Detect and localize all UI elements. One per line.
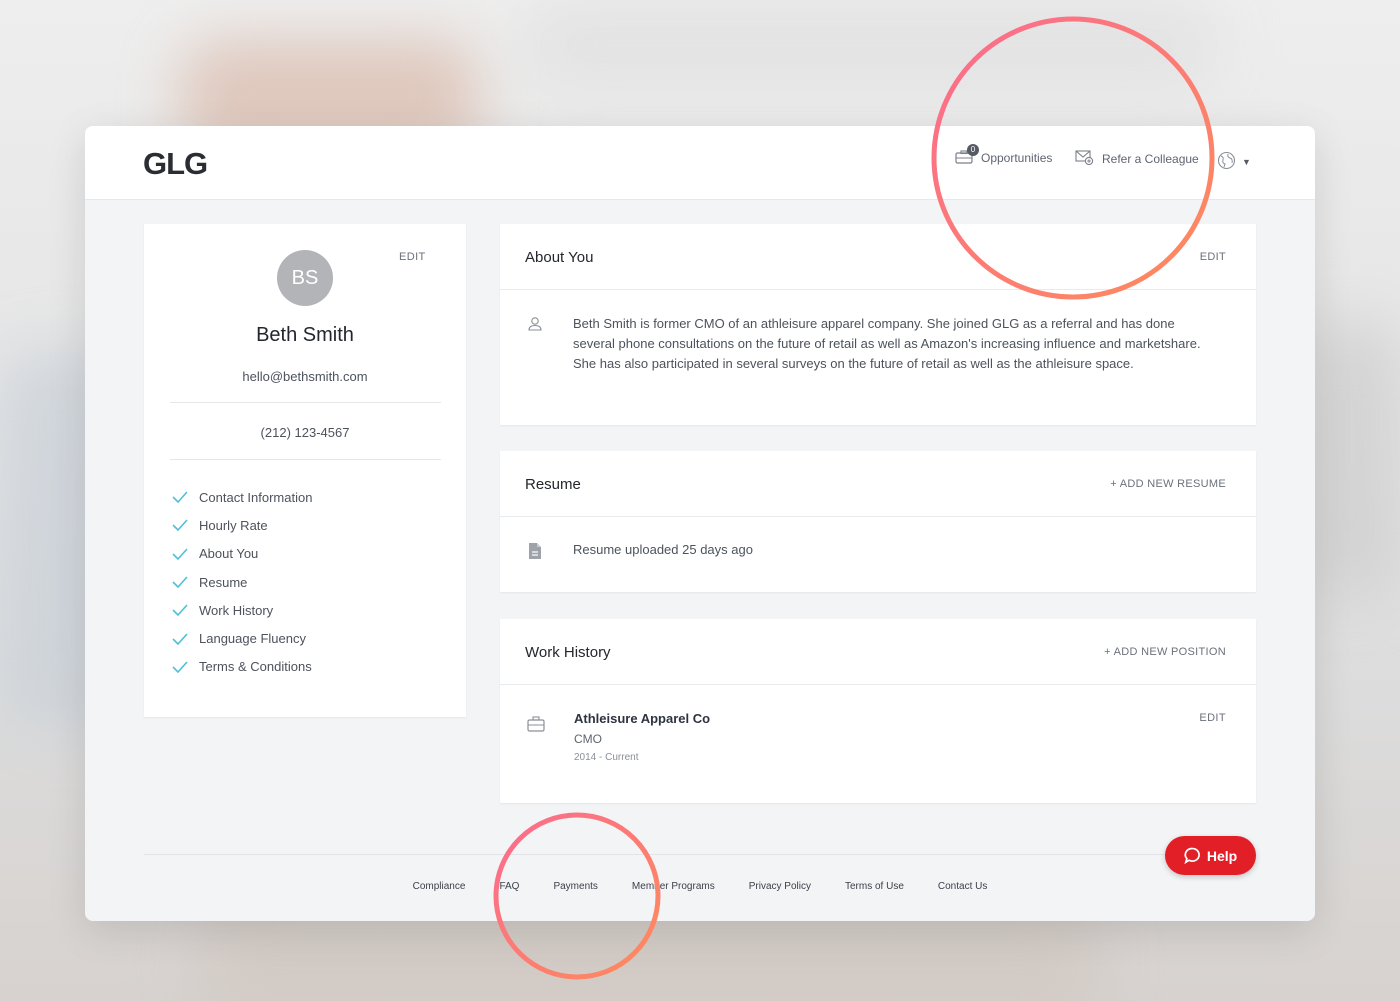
- footer-link-member-programs[interactable]: Member Programs: [632, 881, 715, 892]
- about-you-text: Beth Smith is former CMO of an athleisur…: [573, 316, 1201, 371]
- work-history-section: Work History + ADD NEW POSITION Athleisu…: [500, 619, 1256, 803]
- checklist-item[interactable]: About You: [172, 540, 312, 568]
- opportunities-label: Opportunities: [981, 151, 1053, 165]
- about-you-section: About You EDIT Beth Smith is former CMO …: [500, 224, 1256, 425]
- footer-link-payments[interactable]: Payments: [553, 881, 597, 892]
- footer-links: Compliance FAQ Payments Member Programs …: [85, 881, 1315, 892]
- profile-email: hello@bethsmith.com: [242, 369, 368, 384]
- profile-card: BS EDIT Beth Smith hello@bethsmith.com (…: [144, 224, 466, 717]
- checklist-item[interactable]: Language Fluency: [172, 624, 312, 652]
- checklist-item[interactable]: Work History: [172, 596, 312, 624]
- refer-a-colleague-link[interactable]: Refer a Colleague: [1075, 150, 1199, 168]
- profile-name: Beth Smith: [256, 324, 354, 346]
- position-edit-button[interactable]: EDIT: [1199, 712, 1226, 724]
- opportunities-count-badge: 0: [967, 144, 979, 156]
- app-window: GLG 0 Opportunities Refer a Colleague ▼ …: [85, 126, 1315, 921]
- chevron-down-icon: ▼: [1242, 157, 1251, 167]
- briefcase-icon: [527, 716, 545, 737]
- divider: [170, 402, 441, 403]
- refer-label: Refer a Colleague: [1102, 152, 1199, 166]
- profile-phone: (212) 123-4567: [260, 425, 350, 440]
- company-name: Athleisure Apparel Co: [574, 711, 711, 726]
- checkmark-icon: [172, 519, 188, 532]
- globe-icon: [1217, 151, 1236, 173]
- person-icon: [527, 316, 543, 337]
- about-edit-button[interactable]: EDIT: [1200, 251, 1226, 263]
- checklist-item[interactable]: Resume: [172, 568, 312, 596]
- checklist-item[interactable]: Terms & Conditions: [172, 653, 312, 681]
- footer-link-faq[interactable]: FAQ: [499, 881, 519, 892]
- checkmark-icon: [172, 633, 188, 645]
- profile-checklist: Contact Information Hourly Rate About Yo…: [172, 483, 312, 681]
- opportunities-link[interactable]: 0 Opportunities: [955, 144, 1053, 166]
- footer-link-terms-of-use[interactable]: Terms of Use: [845, 881, 904, 892]
- document-icon: [527, 542, 543, 565]
- footer-divider: [144, 854, 1256, 855]
- help-button[interactable]: Help: [1165, 836, 1256, 875]
- checkmark-icon: [172, 576, 188, 589]
- footer-link-privacy-policy[interactable]: Privacy Policy: [749, 881, 811, 892]
- resume-status: Resume uploaded 25 days ago: [573, 542, 753, 557]
- section-header: About You EDIT: [500, 224, 1256, 290]
- job-dates: 2014 - Current: [574, 752, 639, 763]
- checkmark-icon: [172, 548, 188, 560]
- add-new-resume-button[interactable]: + ADD NEW RESUME: [1110, 478, 1226, 490]
- top-navigation-bar: GLG 0 Opportunities Refer a Colleague ▼: [85, 126, 1315, 200]
- chat-bubble-icon: [1184, 847, 1200, 864]
- add-new-position-button[interactable]: + ADD NEW POSITION: [1104, 646, 1226, 658]
- divider: [170, 459, 441, 460]
- section-header: Resume + ADD NEW RESUME: [500, 451, 1256, 517]
- resume-section: Resume + ADD NEW RESUME Resume uploaded …: [500, 451, 1256, 592]
- profile-edit-button[interactable]: EDIT: [399, 251, 426, 263]
- checkmark-icon: [172, 661, 188, 673]
- about-you-title: About You: [525, 249, 594, 266]
- checkmark-icon: [172, 491, 188, 504]
- briefcase-icon: 0: [955, 144, 979, 166]
- job-title: CMO: [574, 732, 602, 746]
- checklist-item[interactable]: Hourly Rate: [172, 511, 312, 539]
- checklist-item[interactable]: Contact Information: [172, 483, 312, 511]
- resume-title: Resume: [525, 476, 581, 493]
- language-selector[interactable]: ▼: [1217, 151, 1251, 173]
- work-history-title: Work History: [525, 644, 611, 661]
- envelope-add-icon: [1075, 150, 1094, 168]
- section-header: Work History + ADD NEW POSITION: [500, 619, 1256, 685]
- footer-link-contact-us[interactable]: Contact Us: [938, 881, 987, 892]
- help-label: Help: [1206, 847, 1238, 864]
- footer-link-compliance[interactable]: Compliance: [413, 881, 466, 892]
- glg-logo[interactable]: GLG: [143, 146, 208, 182]
- checkmark-icon: [172, 604, 188, 617]
- avatar: BS: [277, 250, 333, 306]
